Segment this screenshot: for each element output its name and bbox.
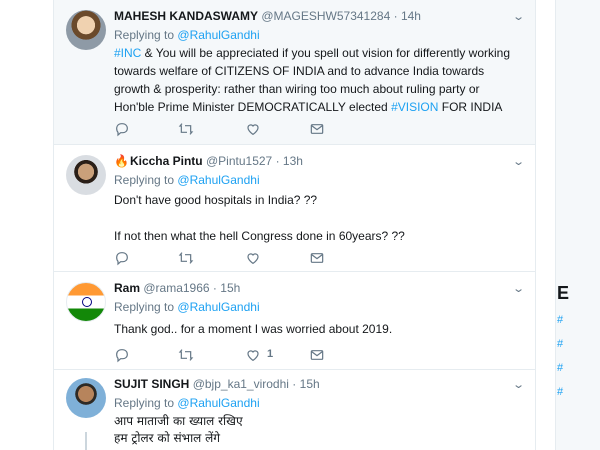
reply-tweet[interactable]: Ram @rama1966 · 15h ⌄ Replying to @Rahul… [54,272,535,370]
author-name[interactable]: Kiccha Pintu [130,154,203,168]
like-count: 1 [267,348,274,360]
trends-sidebar: E # # # # [537,0,600,450]
avatar[interactable] [66,10,106,50]
replying-to: Replying to @RahulGandhi [114,173,260,187]
tweet-header: 🔥Kiccha Pintu @Pintu1527 · 13h [114,154,303,168]
chevron-down-icon[interactable]: ⌄ [512,282,525,295]
retweet-icon[interactable] [178,121,196,137]
trend-link[interactable]: # [557,362,563,374]
author-handle[interactable]: @bjp_ka1_virodhi [193,377,289,391]
thread-connector [85,432,87,450]
timestamp[interactable]: 13h [283,154,303,168]
tweet-text: #INC & You will be appreciated if you sp… [114,46,510,114]
tweet-text: Thank god.. for a moment I was worried a… [114,322,393,336]
retweet-icon[interactable] [178,250,196,266]
tweet-actions [114,250,334,266]
reply-tweet[interactable]: MAHESH KANDASWAMY @MAGESHW57341284 · 14h… [54,0,535,145]
envelope-icon[interactable] [309,121,327,137]
ashoka-chakra-icon [82,297,92,307]
tweet-header: SUJIT SINGH @bjp_ka1_virodhi · 15h [114,377,320,391]
timestamp[interactable]: 14h [401,9,421,23]
author-name[interactable]: Ram [114,281,140,295]
timestamp[interactable]: 15h [300,377,320,391]
tweet-text: आप माताजी का ख्याल रखिए हम ट्रोलर को संभ… [114,414,243,445]
mention-link[interactable]: @RahulGandhi [177,28,259,42]
tweet-header: Ram @rama1966 · 15h [114,281,241,295]
trend-link[interactable]: # [557,314,563,326]
avatar[interactable] [66,155,106,195]
avatar[interactable] [66,282,106,322]
timestamp[interactable]: 15h [220,281,240,295]
reply-icon[interactable] [114,121,132,137]
author-handle[interactable]: @MAGESHW57341284 [261,9,390,23]
chevron-down-icon[interactable]: ⌄ [512,378,525,391]
chevron-down-icon[interactable]: ⌄ [512,155,525,168]
envelope-icon[interactable] [309,347,327,363]
mention-link[interactable]: @RahulGandhi [177,173,259,187]
heart-icon[interactable] [245,347,263,363]
chevron-down-icon[interactable]: ⌄ [512,10,525,23]
tweet-text: Don't have good hospitals in India? ?? I… [114,193,405,243]
hashtag-link[interactable]: #VISION [391,100,438,114]
author-name[interactable]: SUJIT SINGH [114,377,189,391]
reply-icon[interactable] [114,347,132,363]
avatar[interactable] [66,378,106,418]
reply-tweet[interactable]: 🔥Kiccha Pintu @Pintu1527 · 13h ⌄ Replyin… [54,145,535,272]
fire-icon: 🔥 [114,154,129,168]
tweet-actions: 1 [114,347,334,363]
trend-link[interactable]: # [557,386,563,398]
reply-icon[interactable] [114,250,132,266]
mention-link[interactable]: @RahulGandhi [177,396,259,410]
sidebar-heading: E [557,283,570,303]
author-handle[interactable]: @rama1966 [143,281,209,295]
reply-timeline: MAHESH KANDASWAMY @MAGESHW57341284 · 14h… [53,0,536,450]
heart-icon[interactable] [245,250,263,266]
author-name[interactable]: MAHESH KANDASWAMY [114,9,258,23]
retweet-icon[interactable] [178,347,196,363]
tweet-header: MAHESH KANDASWAMY @MAGESHW57341284 · 14h [114,9,421,23]
heart-icon[interactable] [245,121,263,137]
hashtag-link[interactable]: #INC [114,46,141,60]
replying-to: Replying to @RahulGandhi [114,396,260,410]
mention-link[interactable]: @RahulGandhi [177,300,259,314]
replying-to: Replying to @RahulGandhi [114,28,260,42]
replying-to: Replying to @RahulGandhi [114,300,260,314]
tweet-actions [114,121,334,137]
trend-link[interactable]: # [557,338,563,350]
author-handle[interactable]: @Pintu1527 [206,154,272,168]
envelope-icon[interactable] [309,250,327,266]
reply-tweet[interactable]: SUJIT SINGH @bjp_ka1_virodhi · 15h ⌄ Rep… [54,370,535,450]
